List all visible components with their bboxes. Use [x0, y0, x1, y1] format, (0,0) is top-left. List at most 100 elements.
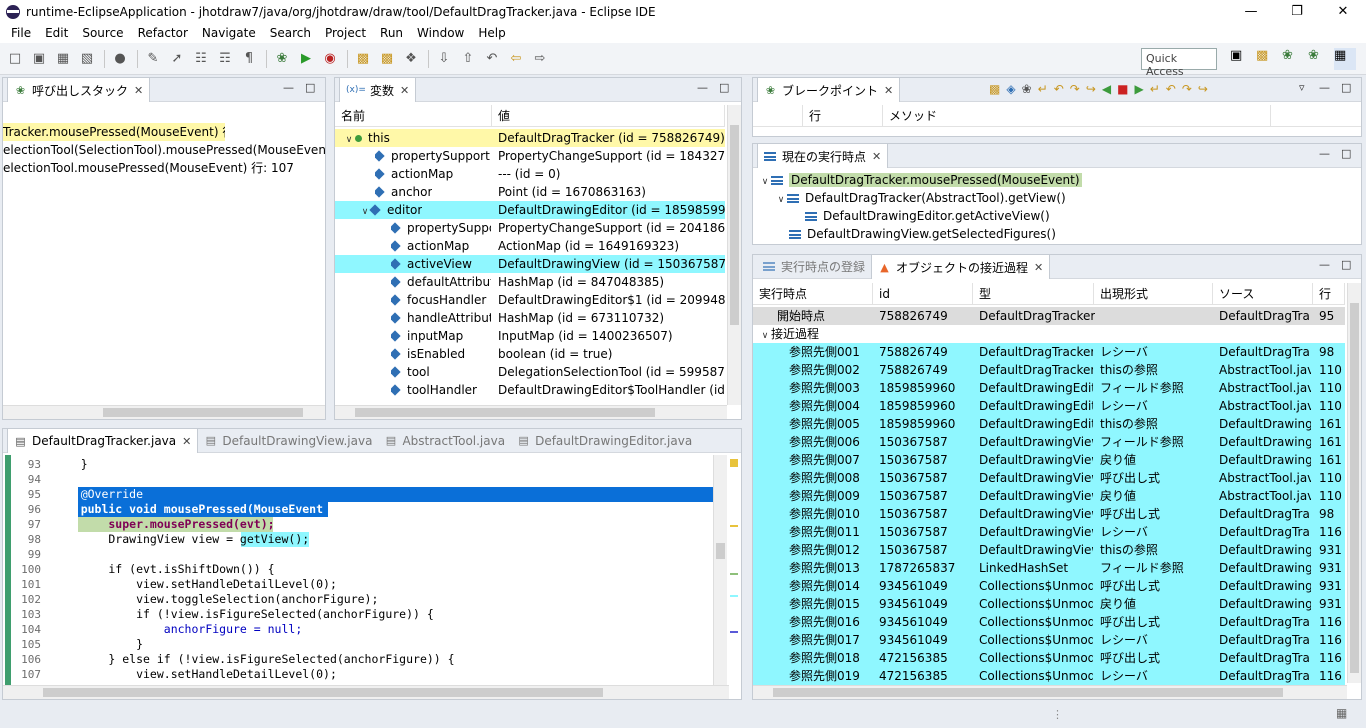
toggle-breakpoint-icon[interactable]: ✎: [142, 48, 164, 70]
variable-row[interactable]: anchor Point (id = 1670863163): [335, 183, 725, 201]
vertical-scrollbar[interactable]: [727, 105, 741, 405]
minimize-view-icon[interactable]: —: [1319, 147, 1330, 160]
variable-row[interactable]: handleAttributeHashMap (id = 673110732): [335, 309, 725, 327]
approach-row[interactable]: 参照先側012 150367587 DefaultDrawingView thisの参…: [753, 541, 1345, 559]
variable-row[interactable]: propertySupporPropertyChangeSupport (id …: [335, 219, 725, 237]
save-icon[interactable]: ▣: [28, 48, 50, 70]
drop-frame-icon[interactable]: ↪: [1086, 82, 1096, 96]
approach-row[interactable]: 参照先側015 934561049 Collections$Unmod... 戻り値 D…: [753, 595, 1345, 613]
coverage-icon[interactable]: ◉: [319, 48, 341, 70]
variable-row[interactable]: isEnabled boolean (id = true): [335, 345, 725, 363]
java-perspective-icon[interactable]: ▩: [1256, 48, 1278, 70]
link-icon[interactable]: ◈: [1006, 82, 1015, 96]
tab-editor-defaultdrawingeditor[interactable]: ▤ DefaultDrawingEditor.java: [511, 429, 698, 453]
plugin-perspective-icon[interactable]: ❀: [1282, 48, 1304, 70]
current-point-row[interactable]: DefaultDrawingView.getSelectedFigures(): [753, 225, 1361, 243]
search-icon[interactable]: ❖: [400, 48, 422, 70]
horizontal-scrollbar[interactable]: [753, 685, 1347, 699]
approach-row[interactable]: 参照先側011 150367587 DefaultDrawingView レシーバ De…: [753, 523, 1345, 541]
maximize-view-icon[interactable]: □: [1341, 81, 1351, 94]
back-icon[interactable]: ⇦: [505, 48, 527, 70]
minimize-view-icon[interactable]: —: [697, 81, 708, 94]
approach-row[interactable]: 参照先側016 934561049 Collections$Unmod... 呼び出し…: [753, 613, 1345, 631]
menu-window[interactable]: Window: [410, 26, 471, 40]
step-return-icon[interactable]: ↷: [1070, 82, 1080, 96]
debug-perspective-icon[interactable]: ❀: [1308, 48, 1330, 70]
column-form[interactable]: 出現形式: [1094, 283, 1213, 305]
column-line[interactable]: 行: [1313, 283, 1345, 305]
tab-current-point[interactable]: 現在の実行時点 ✕: [757, 143, 889, 168]
approach-row[interactable]: 参照先側014 934561049 Collections$Unmod... 呼び出し…: [753, 577, 1345, 595]
close-icon[interactable]: ✕: [1320, 0, 1366, 23]
maximize-view-icon[interactable]: □: [1341, 147, 1351, 160]
variable-row[interactable]: inputMap InputMap (id = 1400236507): [335, 327, 725, 345]
open-folder-icon[interactable]: ▩: [352, 48, 374, 70]
previous-annotation-icon[interactable]: ⇧: [457, 48, 479, 70]
close-icon[interactable]: ✕: [134, 84, 143, 97]
menu-source[interactable]: Source: [75, 26, 130, 40]
menu-file[interactable]: File: [4, 26, 38, 40]
horizontal-scrollbar[interactable]: [3, 405, 325, 419]
menu-help[interactable]: Help: [471, 26, 512, 40]
variable-row[interactable]: focusHandler DefaultDrawingEditor$1 (id =…: [335, 291, 725, 309]
approach-row[interactable]: 参照先側006 150367587 DefaultDrawingView フィールド参…: [753, 433, 1345, 451]
minimize-view-icon[interactable]: —: [283, 81, 294, 94]
variable-row[interactable]: defaultAttributeHashMap (id = 847048385): [335, 273, 725, 291]
step-over-icon[interactable]: ↶: [1054, 82, 1064, 96]
column-method[interactable]: メソッド: [883, 105, 1271, 127]
maximize-view-icon[interactable]: □: [305, 81, 315, 94]
approach-row[interactable]: 参照先側001 758826749 DefaultDragTracker レシーバ De…: [753, 343, 1345, 361]
tab-editor-abstracttool[interactable]: ▤ AbstractTool.java: [378, 429, 511, 453]
resume-icon[interactable]: ▶: [1134, 82, 1143, 96]
approach-row[interactable]: 参照先側013 1787265837 LinkedHashSet フィールド参照 Def…: [753, 559, 1345, 577]
variable-row[interactable]: actionMap ActionMap (id = 1649169323): [335, 237, 725, 255]
menu-run[interactable]: Run: [373, 26, 410, 40]
maximize-view-icon[interactable]: □: [1341, 258, 1351, 271]
variable-row[interactable]: toolHandler DefaultDrawingEditor$ToolHand…: [335, 381, 725, 399]
debug-icon[interactable]: ❀: [271, 48, 293, 70]
stack-frame[interactable]: electionTool(SelectionTool).mousePressed…: [3, 141, 325, 159]
vertical-scrollbar[interactable]: [713, 455, 727, 685]
code-area[interactable]: 93 } 94 95 @Override 96 public void mous…: [3, 455, 715, 685]
tab-object-approach[interactable]: ▲ オブジェクトの接近過程 ✕: [871, 254, 1051, 279]
minimize-icon[interactable]: —: [1228, 0, 1274, 23]
variable-row[interactable]: tool DelegationSelectionTool (id = 599587…: [335, 363, 725, 381]
last-edit-icon[interactable]: ↶: [481, 48, 503, 70]
menu-project[interactable]: Project: [318, 26, 373, 40]
menu-refactor[interactable]: Refactor: [131, 26, 195, 40]
approach-row[interactable]: 参照先側004 1859859960 DefaultDrawingEdit... レシ…: [753, 397, 1345, 415]
stack-frame[interactable]: Tracker.mousePressed(MouseEvent) 行: 97: [3, 123, 225, 141]
step-back-icon[interactable]: ◀: [1102, 82, 1111, 96]
step-icon-4[interactable]: ↪: [1198, 82, 1208, 96]
tab-breakpoints[interactable]: ❀ ブレークポイント ✕: [757, 77, 901, 102]
next-annotation-icon[interactable]: ⇩: [433, 48, 455, 70]
column-exec-point[interactable]: 実行時点: [753, 283, 873, 305]
approach-row[interactable]: 参照先側008 150367587 DefaultDrawingView 呼び出し式 A…: [753, 469, 1345, 487]
print-icon[interactable]: ▧: [76, 48, 98, 70]
approach-row[interactable]: 参照先側019 472156385 Collections$Unmod... レシーバ…: [753, 667, 1345, 685]
horizontal-scrollbar[interactable]: [335, 405, 727, 419]
column-source[interactable]: ソース: [1213, 283, 1313, 305]
step-icon-2[interactable]: ↶: [1166, 82, 1176, 96]
pilcrow-icon[interactable]: ¶: [238, 48, 260, 70]
vertical-scrollbar[interactable]: [1347, 283, 1361, 683]
bug-icon[interactable]: ❀: [1022, 82, 1032, 96]
open-type-icon[interactable]: ▩: [376, 48, 398, 70]
step-into-icon[interactable]: ↵: [1038, 82, 1048, 96]
tab-callstack[interactable]: ❀ 呼び出しスタック ✕: [7, 77, 151, 102]
close-icon[interactable]: ✕: [872, 150, 881, 163]
approach-row[interactable]: 参照先側002 758826749 DefaultDragTracker thisの参…: [753, 361, 1345, 379]
column-blank[interactable]: [753, 105, 803, 127]
skip-breakpoints-icon[interactable]: ➚: [166, 48, 188, 70]
close-icon[interactable]: ✕: [400, 84, 409, 97]
approach-row[interactable]: 参照先側007 150367587 DefaultDrawingView 戻り値 Def…: [753, 451, 1345, 469]
tab-editor-defaultdrawingview[interactable]: ▤ DefaultDrawingView.java: [198, 429, 378, 453]
maximize-view-icon[interactable]: □: [719, 81, 729, 94]
forward-icon[interactable]: ⇨: [529, 48, 551, 70]
minimize-view-icon[interactable]: —: [1319, 81, 1330, 94]
progress-icon[interactable]: ▦: [1336, 706, 1347, 720]
column-name[interactable]: 名前: [335, 105, 492, 127]
column-value[interactable]: 値: [492, 105, 725, 127]
variable-row[interactable]: activeView DefaultDrawingView (id = 15036…: [335, 255, 725, 273]
variable-row[interactable]: actionMap --- (id = 0): [335, 165, 725, 183]
